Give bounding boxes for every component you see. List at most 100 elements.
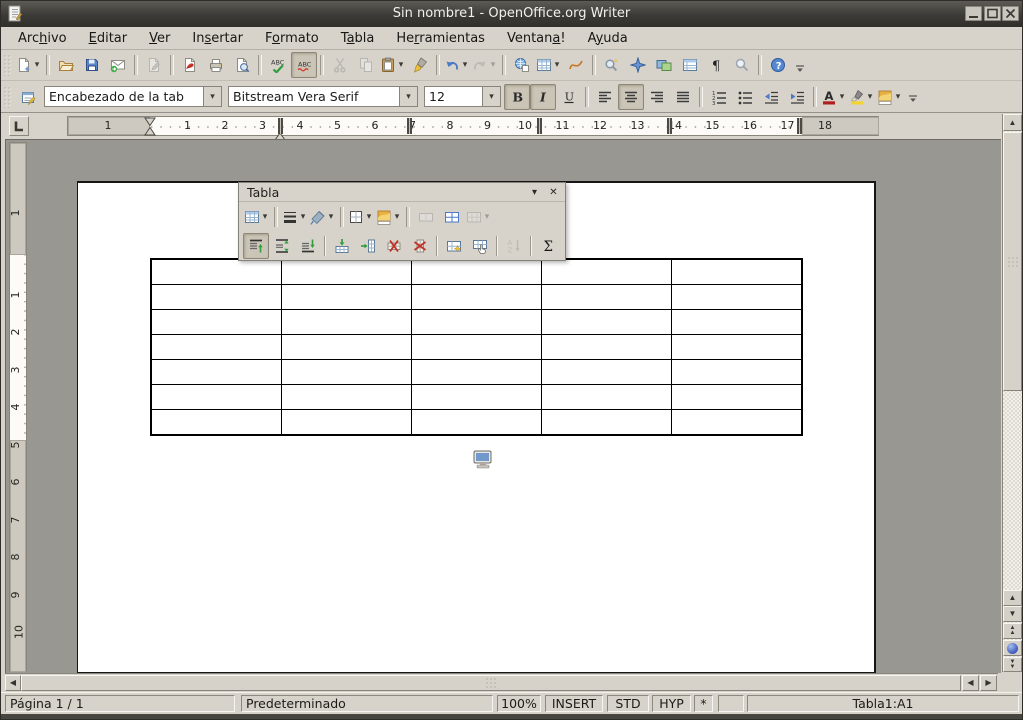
hyperlink-button[interactable] <box>509 52 535 78</box>
insert-row-button[interactable] <box>329 233 355 259</box>
menu-insertar[interactable]: Insertar <box>181 29 254 48</box>
insert-column-button[interactable] <box>355 233 381 259</box>
table-cell[interactable] <box>151 259 282 285</box>
decrease-indent-button[interactable] <box>758 84 784 110</box>
tabla-toolbar-titlebar[interactable]: Tabla ▾ ✕ <box>239 183 565 202</box>
insert-table-button[interactable]: ▾ <box>535 52 563 78</box>
menu-tabla[interactable]: Tabla <box>330 29 386 48</box>
table-cell[interactable] <box>412 285 542 310</box>
status-zoom-level[interactable]: 100% <box>497 695 541 712</box>
menu-editar[interactable]: Editar <box>78 29 139 48</box>
paragraph-style-dropdown[interactable]: ▾ <box>203 87 221 106</box>
table-cell[interactable] <box>672 310 803 335</box>
styles-window-button[interactable] <box>15 84 41 110</box>
data-sources-button[interactable] <box>677 52 703 78</box>
align-right-button[interactable] <box>644 84 670 110</box>
save-button[interactable] <box>79 52 105 78</box>
font-name-value[interactable]: Bitstream Vera Serif <box>229 89 399 104</box>
new-document-button[interactable]: ▾ <box>15 52 43 78</box>
tabla-toolbar-close-button[interactable]: ✕ <box>546 185 561 199</box>
close-button[interactable] <box>1002 6 1019 21</box>
table-cell[interactable] <box>542 259 672 285</box>
vertical-scrollbar-thumb[interactable] <box>1003 132 1022 391</box>
status-modified-flag[interactable]: * <box>694 695 713 712</box>
paste-dropdown[interactable]: ▾ <box>396 60 406 70</box>
table-cell[interactable] <box>282 360 412 385</box>
vertical-scrollbar[interactable]: ▲ ▲ ▼ ▲▲ ▼▼ <box>1002 114 1022 672</box>
bold-button[interactable]: B <box>504 84 530 110</box>
table-cell[interactable] <box>412 360 542 385</box>
table-cell[interactable] <box>542 410 672 436</box>
highlight-color-dropdown[interactable]: ▾ <box>865 92 875 102</box>
new-document-dropdown[interactable]: ▾ <box>32 60 42 70</box>
table-cell[interactable] <box>282 410 412 436</box>
table-cell[interactable] <box>412 335 542 360</box>
undo-dropdown[interactable]: ▾ <box>460 60 470 70</box>
table-properties-button[interactable] <box>467 233 493 259</box>
toolbar-grip[interactable] <box>3 86 12 108</box>
menu-ver[interactable]: Ver <box>138 29 181 48</box>
formatting-marks-button[interactable]: ¶ <box>703 52 729 78</box>
scroll-up-button-2[interactable]: ▲ <box>1003 590 1022 606</box>
table-column-separator[interactable] <box>278 118 283 134</box>
table-column-separator[interactable] <box>667 118 672 134</box>
table-cell[interactable] <box>282 335 412 360</box>
insert-table-button[interactable]: ▾ <box>243 204 271 230</box>
scroll-up-button[interactable]: ▲ <box>1003 114 1022 131</box>
font-name-combo[interactable]: Bitstream Vera Serif ▾ <box>228 86 418 107</box>
maximize-button[interactable] <box>984 6 1001 21</box>
status-cursor-position[interactable]: Tabla1:A1 <box>747 695 1019 712</box>
align-center-button[interactable] <box>618 84 644 110</box>
menu-ventana[interactable]: Ventana! <box>496 29 577 48</box>
line-style-button[interactable]: ▾ <box>281 204 309 230</box>
insert-table-dropdown[interactable]: ▾ <box>552 60 562 70</box>
page-preview-button[interactable] <box>229 52 255 78</box>
help-button[interactable]: ? <box>765 52 791 78</box>
border-color-button[interactable]: ▾ <box>309 204 337 230</box>
toolbar-overflow-button[interactable] <box>791 56 809 78</box>
toolbar-grip[interactable] <box>3 54 12 76</box>
delete-column-button[interactable] <box>407 233 433 259</box>
find-replace-button[interactable] <box>599 52 625 78</box>
table-cell[interactable] <box>151 360 282 385</box>
font-color-dropdown[interactable]: ▾ <box>837 92 847 102</box>
font-size-dropdown[interactable]: ▾ <box>482 87 500 106</box>
table-cell[interactable] <box>282 285 412 310</box>
background-color-dropdown[interactable]: ▾ <box>392 212 402 222</box>
table-cell[interactable] <box>672 285 803 310</box>
justify-button[interactable] <box>670 84 696 110</box>
autoformat-button[interactable] <box>441 233 467 259</box>
table-cell[interactable] <box>151 410 282 436</box>
export-pdf-button[interactable] <box>177 52 203 78</box>
status-selection-mode[interactable]: STD <box>607 695 649 712</box>
print-button[interactable] <box>203 52 229 78</box>
table-column-separator[interactable] <box>537 118 542 134</box>
status-signature[interactable] <box>718 695 744 712</box>
toolbar-overflow-button[interactable] <box>904 86 922 108</box>
previous-page-button[interactable]: ▲▲ <box>1003 623 1022 639</box>
line-style-dropdown[interactable]: ▾ <box>298 212 308 222</box>
increase-indent-button[interactable] <box>784 84 810 110</box>
font-size-value[interactable]: 12 <box>425 89 482 104</box>
borders-button[interactable]: ▾ <box>347 204 375 230</box>
status-insert-mode[interactable]: INSERT <box>545 695 603 712</box>
font-size-combo[interactable]: 12 ▾ <box>424 86 501 107</box>
table-cell[interactable] <box>282 385 412 410</box>
table-cell[interactable] <box>542 385 672 410</box>
tabla-toolbar-menu-button[interactable]: ▾ <box>527 185 542 199</box>
background-color-dropdown[interactable]: ▾ <box>893 92 903 102</box>
next-page-button[interactable]: ▼▼ <box>1003 657 1022 672</box>
paste-button[interactable]: ▾ <box>379 52 407 78</box>
underline-button[interactable]: U <box>556 84 582 110</box>
draw-functions-button[interactable] <box>563 52 589 78</box>
open-button[interactable] <box>53 52 79 78</box>
delete-row-button[interactable] <box>381 233 407 259</box>
align-top-button[interactable] <box>243 233 269 259</box>
border-color-dropdown[interactable]: ▾ <box>326 212 336 222</box>
font-name-dropdown[interactable]: ▾ <box>399 87 417 106</box>
horizontal-ruler[interactable]: 1123456789101112131415161718 <box>67 116 879 136</box>
table-cell[interactable] <box>412 410 542 436</box>
align-bottom-button[interactable] <box>295 233 321 259</box>
font-color-button[interactable]: A▾ <box>820 84 848 110</box>
menu-herramientas[interactable]: Herramientas <box>385 29 496 48</box>
